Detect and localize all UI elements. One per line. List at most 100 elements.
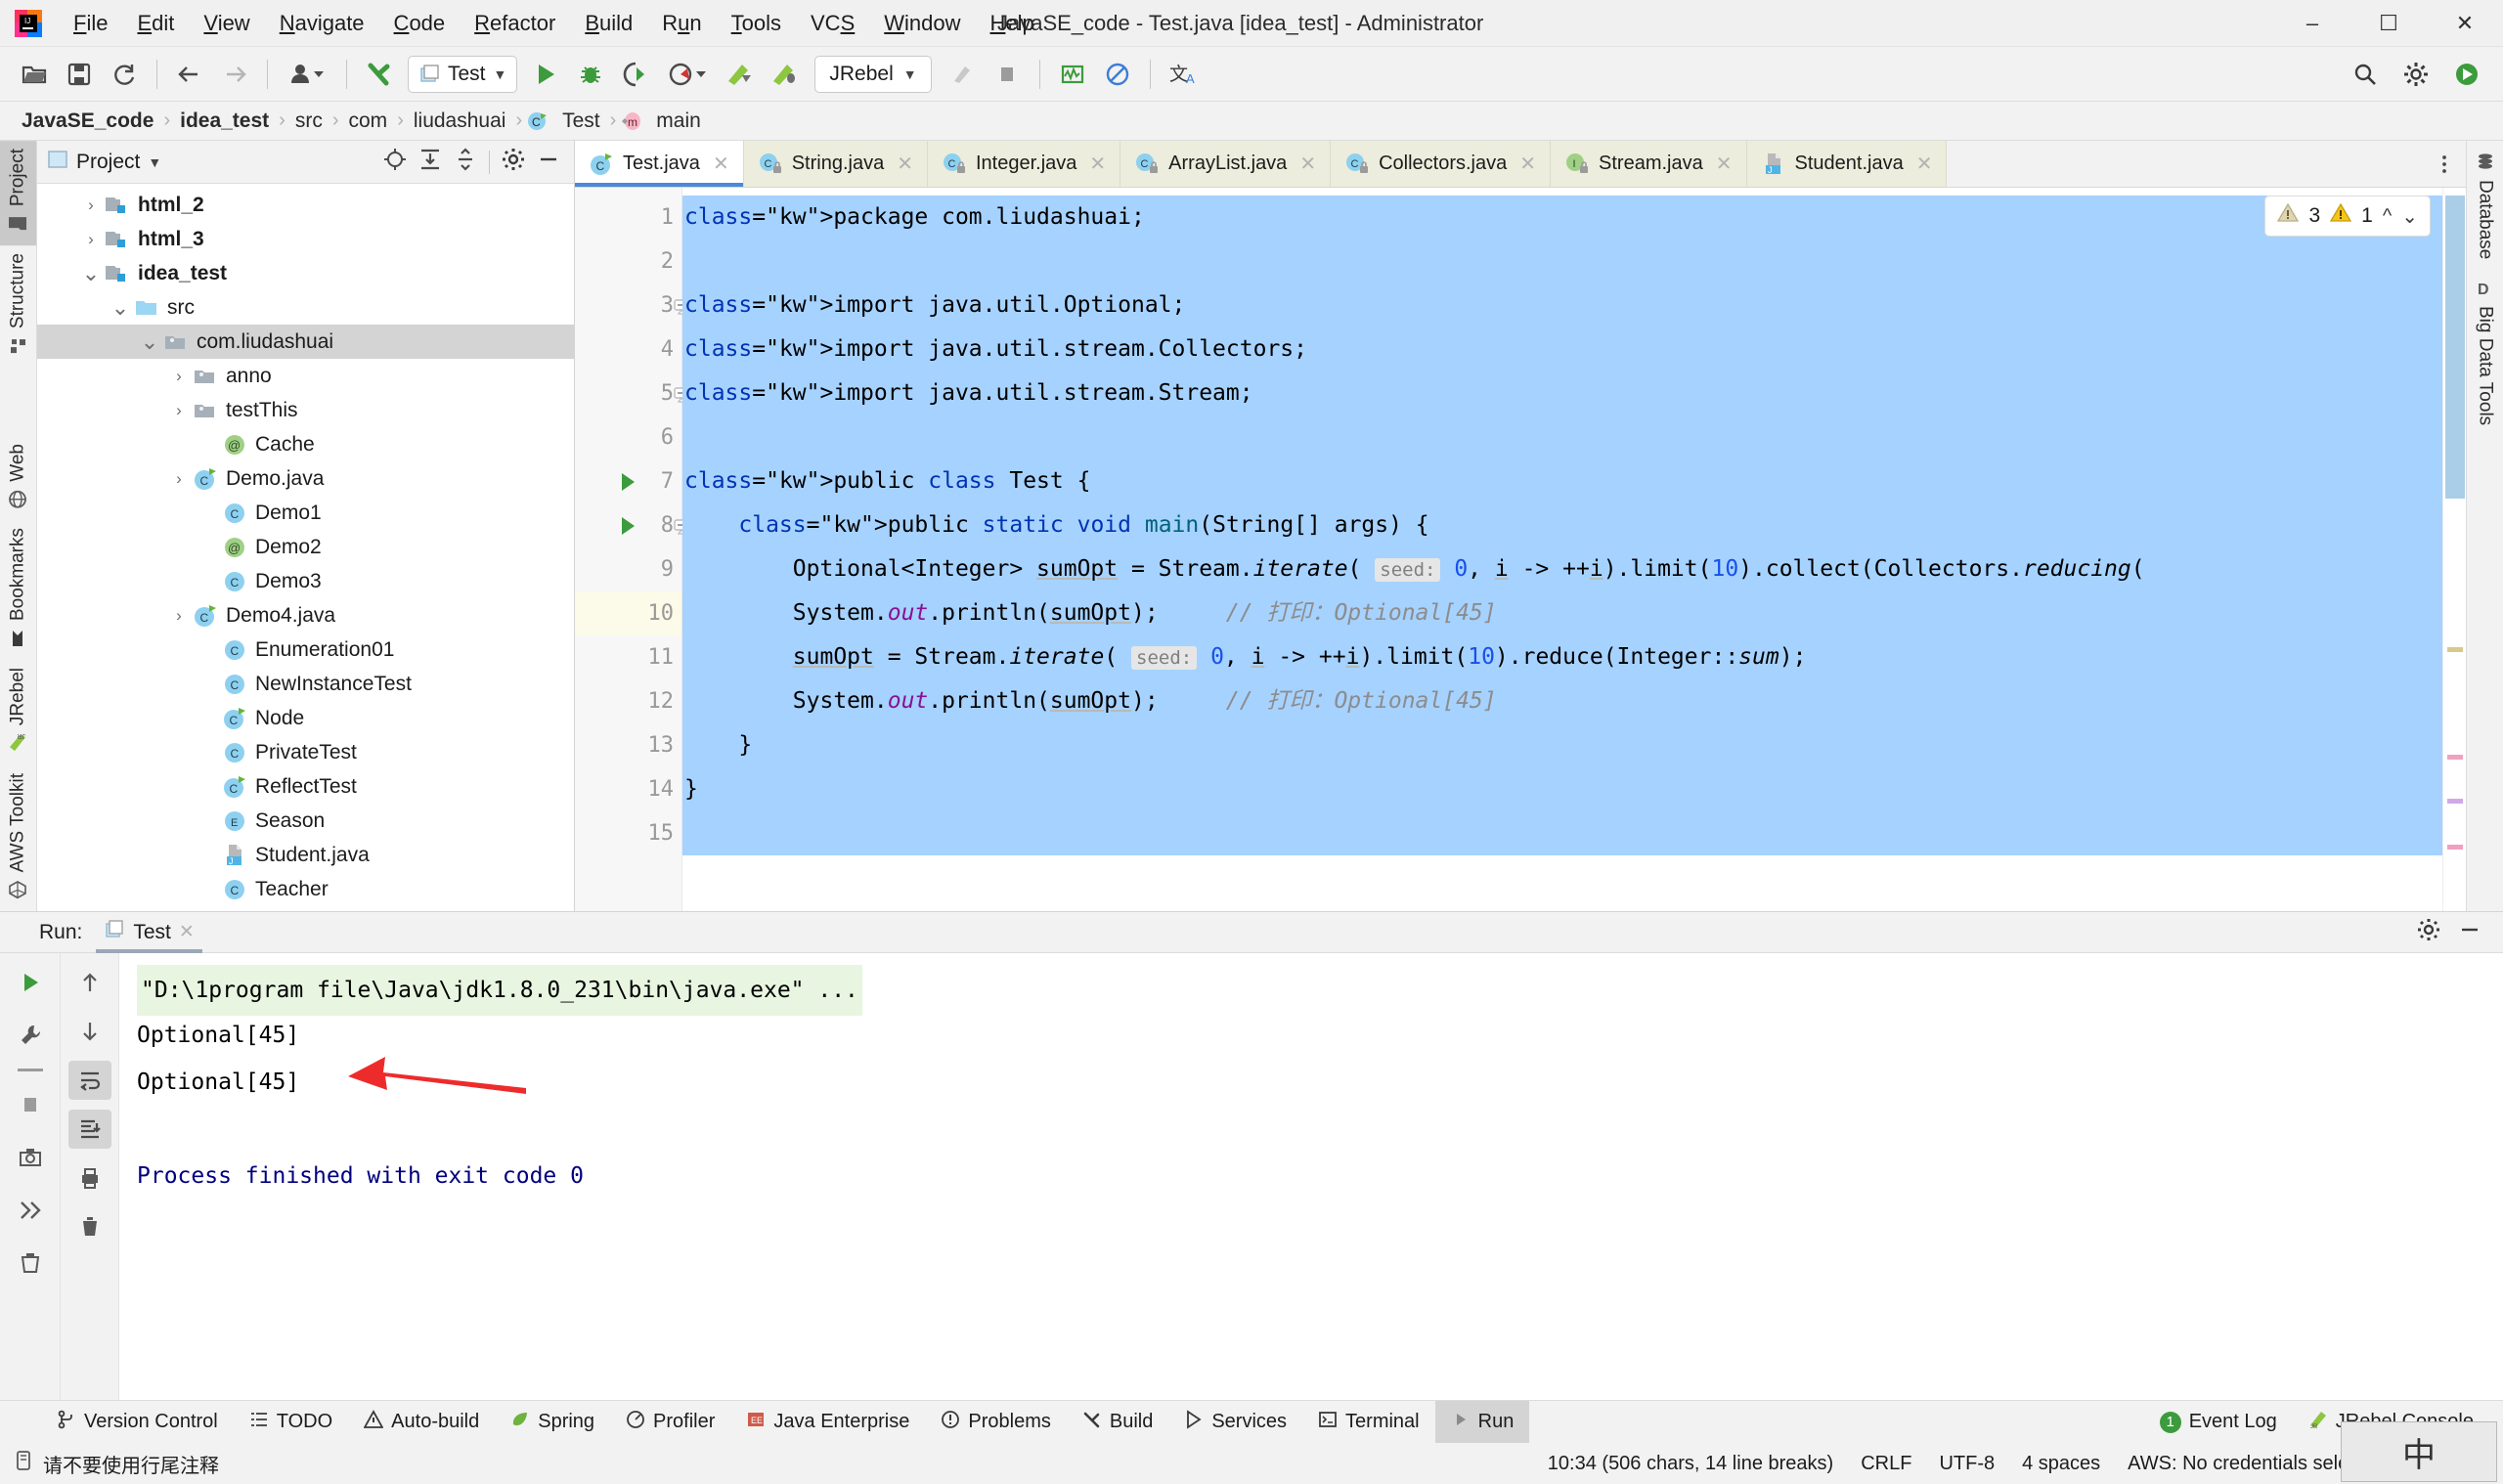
breadcrumb-item-2[interactable]: src (289, 109, 329, 133)
run-configuration-selector[interactable]: Test ▼ (408, 55, 518, 93)
profiler-button[interactable] (661, 55, 714, 94)
status-item-event-log[interactable]: 1 Event Log (2144, 1401, 2293, 1444)
code-line-7[interactable]: class="kw">public class Test { (682, 459, 2442, 503)
status-item-run[interactable]: Run (1434, 1400, 1530, 1444)
breadcrumb-item-3[interactable]: com (343, 109, 394, 133)
breadcrumb-item-0[interactable]: JavaSE_code (16, 109, 159, 133)
gear-icon[interactable] (2396, 55, 2436, 94)
gutter-line-12[interactable]: 12 (575, 679, 681, 723)
code-line-8[interactable]: class="kw">public static void main(Strin… (682, 503, 2442, 547)
sidebar-item-bookmarks[interactable]: Bookmarks (0, 520, 36, 660)
editor-tab-string-java[interactable]: C String.java ✕ (744, 141, 928, 187)
menu-file[interactable]: File (59, 7, 122, 40)
tree-item-season[interactable]: E Season (37, 804, 574, 838)
scroll-to-end-icon[interactable] (67, 1110, 111, 1149)
open-project-icon[interactable] (15, 55, 54, 94)
close-icon[interactable]: ✕ (1916, 152, 1933, 176)
trash-icon[interactable] (9, 1244, 52, 1283)
sidebar-item-big-data-tools[interactable]: D Big Data Tools (2467, 267, 2503, 433)
line-separator[interactable]: CRLF (1861, 1453, 1911, 1475)
status-item-spring[interactable]: Spring (495, 1401, 610, 1444)
code-line-15[interactable] (682, 811, 2442, 855)
gutter-line-11[interactable]: 11 (575, 635, 681, 679)
tree-item-demo3[interactable]: C Demo3 (37, 564, 574, 598)
settings-wrench-icon[interactable] (9, 1016, 52, 1055)
status-item-java-enterprise[interactable]: EE Java Enterprise (730, 1401, 925, 1444)
editor-tab-integer-java[interactable]: C Integer.java ✕ (928, 141, 1121, 187)
status-item-profiler[interactable]: Profiler (610, 1401, 730, 1444)
minimize-icon[interactable] (2458, 918, 2481, 946)
sidebar-item-database[interactable]: Database (2467, 141, 2503, 267)
inspection-widget[interactable]: 3 1 ^ ⌄ (2264, 196, 2431, 237)
gutter-line-13[interactable]: 13 (575, 723, 681, 767)
tree-item-testthis[interactable]: › testThis (37, 393, 574, 427)
menu-run[interactable]: Run (647, 7, 716, 40)
tree-item-student-java[interactable]: J Student.java (37, 838, 574, 872)
next-problem-icon[interactable]: ⌄ (2401, 204, 2418, 229)
gutter-line-5[interactable]: 5 (575, 371, 689, 415)
update-project-icon[interactable] (360, 55, 399, 94)
editor-tab-collectors-java[interactable]: C Collectors.java ✕ (1331, 141, 1552, 187)
stop-button[interactable] (988, 55, 1027, 94)
jrebel-configuration-selector[interactable]: JRebel ▼ (814, 55, 932, 93)
clear-all-icon[interactable] (68, 1207, 111, 1246)
caret-position[interactable]: 10:34 (506 chars, 14 line breaks) (1548, 1453, 1833, 1475)
maximize-button[interactable]: ☐ (2350, 0, 2427, 47)
project-tree[interactable]: › html_2 › html_3 ⌄ idea_test ⌄ src ⌄ com.liudash… (37, 184, 574, 911)
status-item-services[interactable]: Services (1168, 1401, 1302, 1444)
monitor-icon[interactable] (1053, 55, 1092, 94)
scrollbar-thumb[interactable] (2445, 196, 2465, 499)
menu-edit[interactable]: Edit (122, 7, 189, 40)
soft-wrap-icon[interactable] (67, 1061, 111, 1100)
translate-icon[interactable]: 文A (1164, 55, 1203, 94)
close-button[interactable]: ✕ (2427, 0, 2503, 47)
status-item-version-control[interactable]: Version Control (41, 1401, 234, 1444)
code-line-14[interactable]: } (682, 767, 2442, 811)
status-item-problems[interactable]: Problems (925, 1401, 1066, 1444)
tree-item-privatetest[interactable]: C PrivateTest (37, 735, 574, 769)
tree-item-enumeration01[interactable]: C Enumeration01 (37, 633, 574, 667)
menu-navigate[interactable]: Navigate (265, 7, 379, 40)
prev-problem-icon[interactable]: ^ (2383, 205, 2392, 228)
jrebel-debug-button[interactable] (765, 55, 804, 94)
run-gutter-icon[interactable] (622, 472, 635, 491)
sync-icon[interactable] (105, 55, 144, 94)
minimize-icon[interactable] (537, 148, 560, 176)
tree-item-node[interactable]: C Node (37, 701, 574, 735)
editor-gutter[interactable]: 1 2 3 4 5 6 7 8 9 10 11 12 13 14 15 (575, 188, 689, 911)
search-icon[interactable] (2346, 55, 2385, 94)
run-button[interactable] (526, 55, 565, 94)
gutter-line-2[interactable]: 2 (575, 240, 681, 284)
camera-icon[interactable] (9, 1138, 52, 1177)
code-line-4[interactable]: class="kw">import java.util.stream.Colle… (682, 327, 2442, 371)
chevron-right-icon[interactable]: › (78, 196, 104, 215)
status-item-build[interactable]: Build (1067, 1401, 1168, 1444)
breadcrumb-item-6[interactable]: main (650, 109, 707, 133)
ime-indicator[interactable]: 中 (2341, 1421, 2497, 1482)
tree-item-cache[interactable]: @ Cache (37, 427, 574, 461)
gutter-line-8[interactable]: 8 (575, 503, 689, 547)
menu-code[interactable]: Code (379, 7, 461, 40)
editor-area[interactable]: 1 2 3 4 5 6 7 8 9 10 11 12 13 14 15 class="kw">package… (575, 188, 2466, 911)
code-line-1[interactable]: class="kw">package com.liudashuai; (682, 196, 2442, 240)
run-console[interactable]: "D:\1program file\Java\jdk1.8.0_231\bin\… (119, 953, 2503, 1400)
tree-item-reflecttest[interactable]: C ReflectTest (37, 769, 574, 804)
status-item-auto-build[interactable]: Auto-build (348, 1401, 495, 1444)
editor-tab-arraylist-java[interactable]: C ArrayList.java ✕ (1120, 141, 1332, 187)
tree-item-html-3[interactable]: › html_3 (37, 222, 574, 256)
chevron-down-icon[interactable]: ⌄ (108, 296, 133, 318)
code-line-6[interactable] (682, 415, 2442, 459)
chevron-down-icon[interactable]: ⌄ (78, 262, 104, 284)
collapse-all-icon[interactable] (454, 148, 477, 176)
tree-item-newinstancetest[interactable]: C NewInstanceTest (37, 667, 574, 701)
expand-all-icon[interactable] (418, 148, 442, 176)
code-line-11[interactable]: sumOpt = Stream.iterate( seed: 0, i -> +… (682, 635, 2442, 679)
profile-user-icon[interactable] (281, 55, 333, 94)
status-item-terminal[interactable]: Terminal (1302, 1401, 1435, 1444)
gutter-line-10[interactable]: 10 (575, 591, 681, 635)
breadcrumb-item-1[interactable]: idea_test (174, 109, 275, 133)
gutter-line-1[interactable]: 1 (575, 196, 681, 240)
code-line-13[interactable]: } (682, 723, 2442, 767)
tree-item-html-2[interactable]: › html_2 (37, 188, 574, 222)
close-icon[interactable]: ✕ (1519, 152, 1536, 176)
